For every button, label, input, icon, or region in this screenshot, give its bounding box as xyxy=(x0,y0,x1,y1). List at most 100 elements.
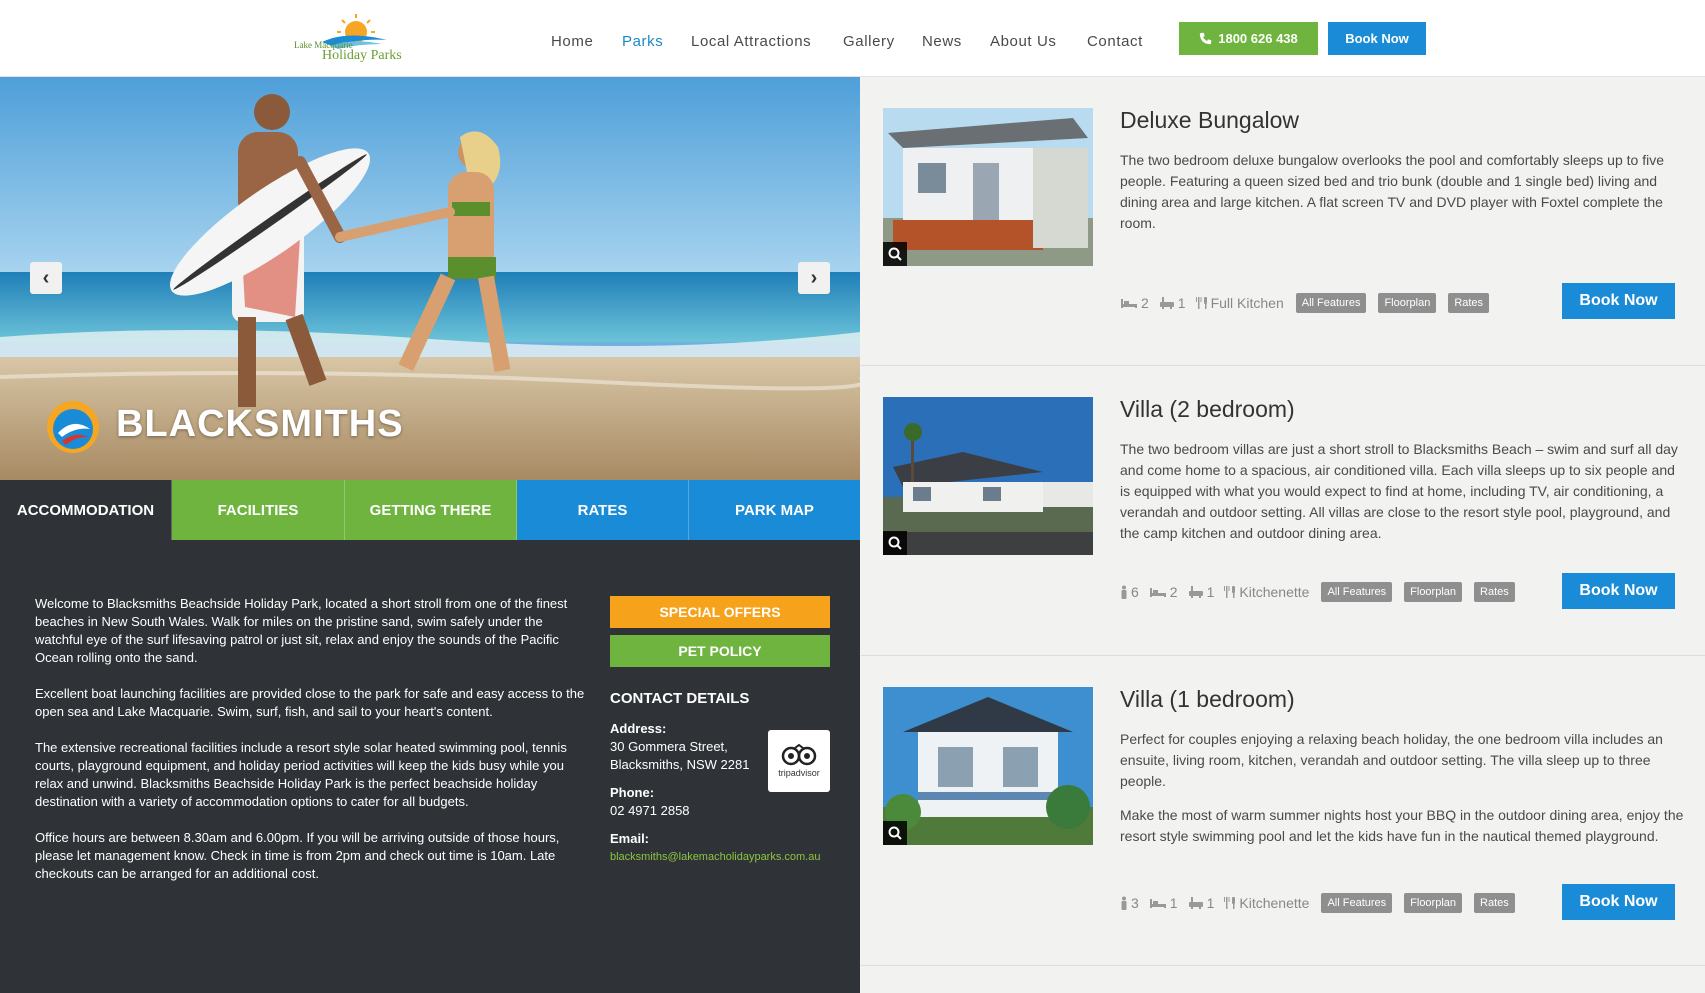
all-features-tag[interactable]: All Features xyxy=(1321,893,1393,913)
book-now-button[interactable]: Book Now xyxy=(1562,283,1675,319)
listing-description: Perfect for couples enjoying a relaxing … xyxy=(1120,729,1685,860)
person-icon xyxy=(1121,585,1127,599)
chevron-left-icon: ‹ xyxy=(42,266,50,289)
tab-facilities[interactable]: FACILITIES xyxy=(172,480,345,540)
listing-description: The two bedroom deluxe bungalow overlook… xyxy=(1120,150,1685,247)
listing-description-text: Perfect for couples enjoying a relaxing … xyxy=(1120,731,1663,789)
floorplan-tag[interactable]: Floorplan xyxy=(1378,293,1437,313)
tab-park-map[interactable]: PARK MAP xyxy=(689,480,860,540)
park-description: Welcome to Blacksmiths Beachside Holiday… xyxy=(35,595,590,901)
listing-photo[interactable] xyxy=(883,108,1093,266)
phone-button[interactable]: 1800 626 438 xyxy=(1179,22,1318,55)
hero-slider: ‹ › BLACKSMITHS xyxy=(0,77,860,480)
park-email-link[interactable]: blacksmiths@lakemacholidayparks.com.au xyxy=(610,848,820,866)
rates-tag[interactable]: Rates xyxy=(1448,293,1490,313)
park-phone: 02 4971 2858 xyxy=(610,803,690,818)
park-title: BLACKSMITHS xyxy=(116,403,404,445)
rates-tag[interactable]: Rates xyxy=(1474,893,1515,913)
nav-gallery[interactable]: Gallery xyxy=(843,33,895,50)
baths-count: 1 xyxy=(1177,295,1186,311)
header-book-now-button[interactable]: Book Now xyxy=(1328,22,1426,55)
listing-photo[interactable] xyxy=(883,397,1093,555)
nav-local-attractions[interactable]: Local Attractions xyxy=(691,33,811,50)
beds-count: 2 xyxy=(1169,584,1178,600)
tab-getting-there[interactable]: GETTING THERE xyxy=(345,480,517,540)
all-features-tag[interactable]: All Features xyxy=(1295,293,1367,313)
site-header: Lake Macquarie Holiday Parks Home Parks … xyxy=(0,0,1705,77)
floorplan-tag[interactable]: Floorplan xyxy=(1404,582,1463,602)
bed-icon xyxy=(1121,299,1137,308)
intro-paragraph: The extensive recreational facilities in… xyxy=(35,740,567,809)
listing-features: 6 2 1 Kitchenette All Features Floorplan… xyxy=(1120,582,1515,602)
hero-next-arrow[interactable]: › xyxy=(798,262,830,294)
bath-icon xyxy=(1188,586,1203,598)
listing-title: Villa (2 bedroom) xyxy=(1120,396,1295,422)
book-now-button[interactable]: Book Now xyxy=(1562,884,1675,920)
hero-prev-arrow[interactable]: ‹ xyxy=(30,262,62,294)
magnifier-icon xyxy=(888,247,902,261)
listing-villa-2-bedroom: Villa (2 bedroom) The two bedroom villas… xyxy=(861,366,1705,656)
kitchen-label: Kitchenette xyxy=(1239,584,1310,600)
nav-contact[interactable]: Contact xyxy=(1087,33,1143,50)
bed-icon xyxy=(1149,588,1166,597)
beds-feature: 2 xyxy=(1120,295,1149,311)
baths-feature: 1 xyxy=(1159,295,1186,311)
cutlery-icon xyxy=(1195,297,1207,309)
cutlery-icon xyxy=(1224,586,1236,598)
intro-paragraph: Office hours are between 8.30am and 6.00… xyxy=(35,830,560,881)
phone-icon xyxy=(1200,32,1212,45)
listing-description-text: Make the most of warm summer nights host… xyxy=(1120,807,1684,844)
villa-photo xyxy=(883,397,1093,555)
listing-title: Villa (1 bedroom) xyxy=(1120,686,1295,712)
guests-count: 6 xyxy=(1131,584,1139,600)
magnifier-icon xyxy=(888,536,902,550)
listing-description: The two bedroom villas are just a short … xyxy=(1120,439,1685,557)
nav-about-us[interactable]: About Us xyxy=(990,33,1057,50)
tripadvisor-label: tripadvisor xyxy=(778,768,820,778)
bed-icon xyxy=(1149,899,1166,908)
book-now-button[interactable]: Book Now xyxy=(1562,573,1675,609)
villa-photo xyxy=(883,687,1093,845)
zoom-icon[interactable] xyxy=(883,821,907,845)
listing-photo[interactable] xyxy=(883,687,1093,845)
listing-features: 2 1 Full Kitchen All Features Floorplan … xyxy=(1120,293,1490,313)
site-logo[interactable]: Lake Macquarie Holiday Parks xyxy=(292,12,412,64)
listing-description-text: The two bedroom villas are just a short … xyxy=(1120,441,1678,541)
tripadvisor-badge[interactable]: tripadvisor xyxy=(768,730,830,792)
beds-count: 2 xyxy=(1141,295,1149,311)
park-info-panel: Welcome to Blacksmiths Beachside Holiday… xyxy=(0,540,860,993)
bath-icon xyxy=(1159,297,1174,309)
special-offers-button[interactable]: SPECIAL OFFERS xyxy=(610,596,830,628)
baths-count: 1 xyxy=(1206,895,1215,911)
listing-description-text: The two bedroom deluxe bungalow overlook… xyxy=(1120,152,1664,231)
nav-news[interactable]: News xyxy=(922,33,962,50)
bath-icon xyxy=(1188,897,1203,909)
zoom-icon[interactable] xyxy=(883,242,907,266)
tab-rates[interactable]: RATES xyxy=(517,480,689,540)
magnifier-icon xyxy=(888,826,902,840)
guests-count: 3 xyxy=(1131,895,1139,911)
park-tabs: ACCOMMODATION FACILITIES GETTING THERE R… xyxy=(0,480,860,540)
all-features-tag[interactable]: All Features xyxy=(1321,582,1393,602)
nav-home[interactable]: Home xyxy=(551,33,593,50)
guests-feature: 6 xyxy=(1120,584,1139,600)
kitchen-label: Full Kitchen xyxy=(1210,295,1284,311)
tab-accommodation[interactable]: ACCOMMODATION xyxy=(0,480,172,540)
kitchen-feature: Kitchenette xyxy=(1224,584,1309,600)
baths-count: 1 xyxy=(1206,584,1215,600)
floorplan-tag[interactable]: Floorplan xyxy=(1404,893,1463,913)
intro-paragraph: Welcome to Blacksmiths Beachside Holiday… xyxy=(35,596,568,665)
baths-feature: 1 xyxy=(1188,895,1215,911)
pet-policy-button[interactable]: PET POLICY xyxy=(610,635,830,667)
rates-tag[interactable]: Rates xyxy=(1474,582,1515,602)
baths-feature: 1 xyxy=(1188,584,1215,600)
listing-title: Deluxe Bungalow xyxy=(1120,107,1300,133)
nav-parks[interactable]: Parks xyxy=(622,33,663,50)
zoom-icon[interactable] xyxy=(883,531,907,555)
listing-features: 3 1 1 Kitchenette All Features Floorplan… xyxy=(1120,893,1515,913)
person-icon xyxy=(1121,896,1127,910)
guests-feature: 3 xyxy=(1120,895,1139,911)
kitchen-label: Kitchenette xyxy=(1239,895,1310,911)
bungalow-photo xyxy=(883,108,1093,266)
phone-number: 1800 626 438 xyxy=(1218,31,1298,46)
